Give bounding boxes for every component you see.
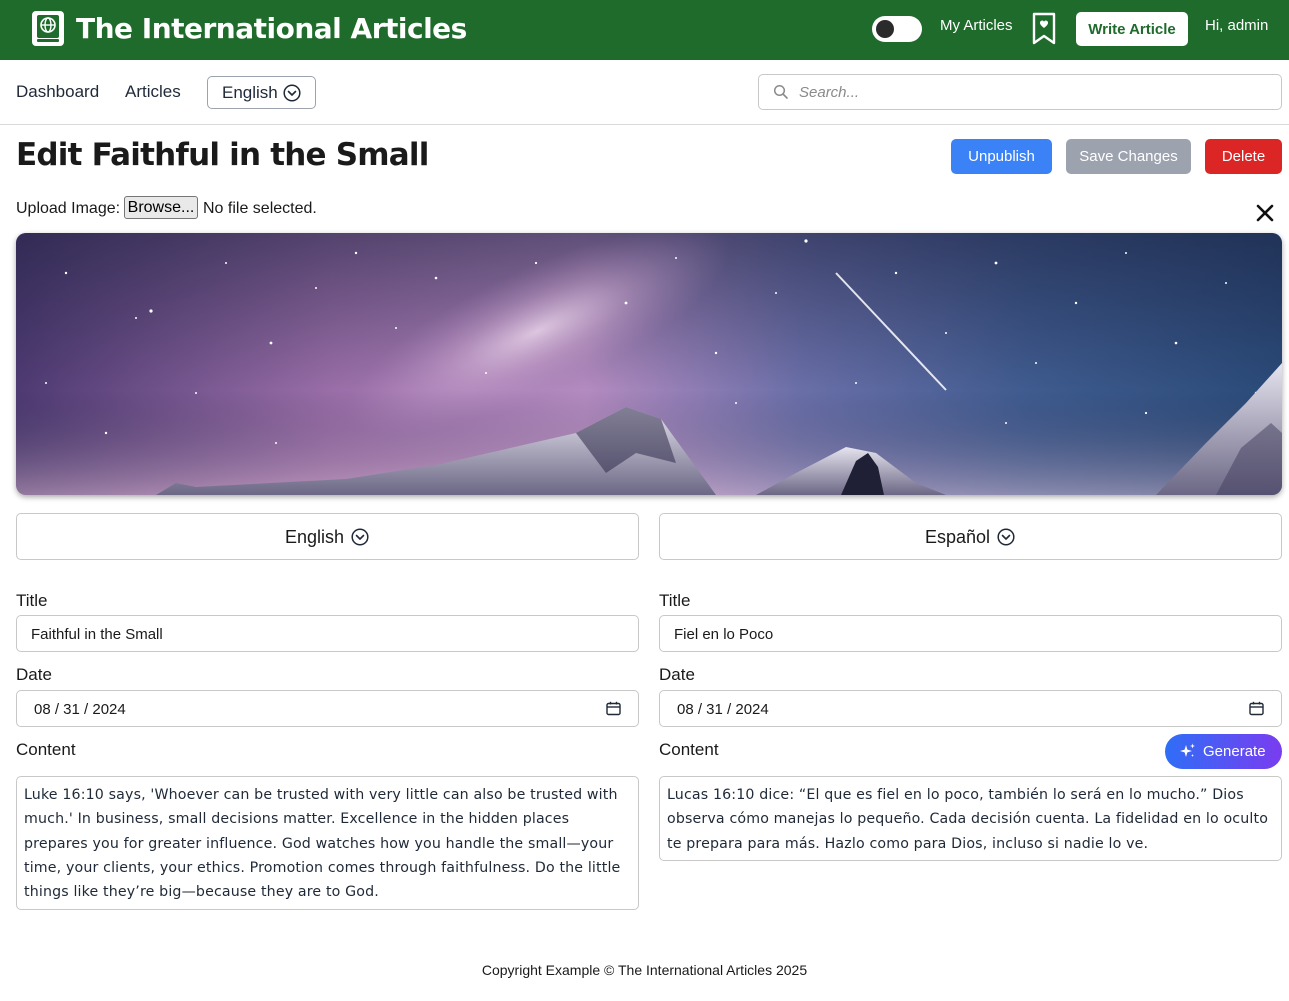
cover-image (16, 233, 1282, 495)
brand-title[interactable]: The International Articles (76, 12, 467, 46)
left-language-label: English (285, 527, 345, 547)
save-changes-button[interactable]: Save Changes (1066, 139, 1191, 174)
write-article-button[interactable]: Write Article (1076, 12, 1188, 46)
my-articles-link[interactable]: My Articles (940, 17, 1013, 34)
globe-book-icon (32, 11, 64, 46)
unpublish-button[interactable]: Unpublish (951, 139, 1052, 174)
left-content-textarea[interactable]: Luke 16:10 says, 'Whoever can be trusted… (16, 776, 639, 910)
sparkle-icon (1180, 743, 1195, 757)
toggle-knob (876, 20, 894, 38)
right-title-field[interactable]: Fiel en lo Poco (659, 615, 1282, 652)
right-date-label: Date (659, 665, 695, 684)
nav-bar: Dashboard Articles English (0, 60, 1289, 125)
language-select[interactable]: English (207, 76, 316, 109)
browse-file-button[interactable]: Browse... (124, 196, 198, 219)
chevron-down-icon (997, 528, 1015, 546)
search-input[interactable] (799, 81, 1269, 103)
left-date-field[interactable]: 08 / 31 / 2024 (16, 690, 639, 727)
left-title-field[interactable]: Faithful in the Small (16, 615, 639, 652)
nav-articles[interactable]: Articles (125, 82, 181, 102)
right-language-label: Español (925, 527, 991, 547)
top-header: The International Articles My Articles W… (0, 0, 1289, 60)
file-status: No file selected. (203, 200, 317, 217)
left-date-value: 08 / 31 / 2024 (34, 701, 126, 718)
close-icon[interactable] (1254, 202, 1276, 224)
right-content-textarea[interactable]: Lucas 16:10 dice: “El que es fiel en lo … (659, 776, 1282, 861)
page-title: Edit Faithful in the Small (16, 137, 429, 173)
delete-button[interactable]: Delete (1205, 139, 1282, 174)
language-select-label: English (222, 83, 278, 102)
left-title-value: Faithful in the Small (31, 626, 163, 643)
footer-copyright: Copyright Example © The International Ar… (481, 962, 808, 978)
right-title-value: Fiel en lo Poco (674, 626, 774, 643)
generate-button[interactable]: Generate (1165, 734, 1282, 769)
left-content-label: Content (16, 740, 76, 759)
theme-toggle[interactable] (872, 16, 922, 42)
search-box[interactable] (758, 74, 1282, 110)
right-date-field[interactable]: 08 / 31 / 2024 (659, 690, 1282, 727)
generate-label: Generate (1203, 743, 1266, 760)
right-content-label: Content (659, 740, 719, 759)
right-title-label: Title (659, 591, 691, 610)
bookmark-heart-icon[interactable] (1031, 12, 1057, 45)
left-title-label: Title (16, 591, 48, 610)
left-date-label: Date (16, 665, 52, 684)
user-greeting[interactable]: Hi, admin (1205, 17, 1268, 34)
chevron-down-icon (283, 84, 301, 102)
search-icon (773, 84, 788, 99)
left-language-select[interactable]: English (16, 513, 639, 560)
calendar-icon[interactable] (1249, 701, 1264, 716)
upload-image-label: Upload Image: (16, 200, 121, 217)
right-date-value: 08 / 31 / 2024 (677, 701, 769, 718)
right-language-select[interactable]: Español (659, 513, 1282, 560)
chevron-down-icon (351, 528, 369, 546)
calendar-icon[interactable] (606, 701, 621, 716)
nav-dashboard[interactable]: Dashboard (16, 82, 99, 102)
